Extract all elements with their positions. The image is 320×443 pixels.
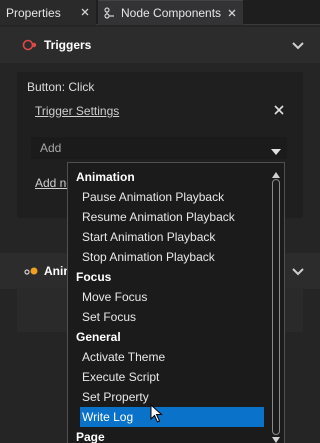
dropdown-category-header: General [76, 330, 121, 344]
scroll-down-icon[interactable] [272, 432, 280, 443]
scroll-up-icon[interactable] [272, 167, 280, 178]
mouse-cursor-icon [150, 403, 164, 424]
dropdown-category-header: Page [76, 430, 105, 443]
trigger-settings-link[interactable]: Trigger Settings [35, 104, 119, 118]
dropdown-option[interactable]: Activate Theme [68, 347, 268, 367]
animation-icon [22, 264, 40, 278]
chevron-down-icon[interactable] [291, 40, 305, 50]
tab-properties[interactable]: Properties [0, 0, 96, 25]
tab-bar: Properties Node Components [0, 0, 320, 25]
tab-properties-label: Properties [6, 5, 61, 20]
tab-node-components[interactable]: Node Components [98, 0, 243, 25]
dropdown-option[interactable]: Set Focus [68, 307, 268, 327]
node-components-icon [104, 7, 116, 19]
add-action-dropdown-label: Add [40, 141, 62, 155]
dropdown-category-header: Focus [76, 270, 112, 284]
dropdown-option[interactable]: Write Log [80, 407, 264, 427]
chevron-down-icon [271, 145, 281, 155]
dropdown-option[interactable]: Resume Animation Playback [68, 207, 268, 227]
dropdown-option[interactable]: Move Focus [68, 287, 268, 307]
tab-node-components-label: Node Components [121, 6, 222, 20]
add-new-action-link[interactable]: Add new action [35, 176, 71, 190]
close-icon[interactable] [274, 104, 286, 116]
triggers-section-title: Triggers [44, 38, 92, 52]
dropdown-option[interactable]: Stop Animation Playback [68, 247, 268, 267]
triggers-section-header[interactable]: Triggers [0, 27, 320, 63]
dropdown-option[interactable]: Set Property [68, 387, 268, 407]
close-icon[interactable] [226, 7, 238, 19]
dropdown-option[interactable]: Start Animation Playback [68, 227, 268, 247]
close-icon[interactable] [79, 6, 91, 18]
dropdown-option[interactable]: Execute Script [68, 367, 268, 387]
scrollbar[interactable] [270, 165, 282, 443]
dropdown-option[interactable]: Pause Animation Playback [68, 187, 268, 207]
trigger-icon [22, 38, 40, 52]
trigger-card-title: Button: Click [27, 80, 95, 94]
action-dropdown-list: Animation Pause Animation Playback Resume … [68, 167, 268, 443]
action-dropdown-menu: Animation Pause Animation Playback Resume … [67, 162, 285, 443]
dropdown-category-header: Animation [76, 170, 135, 184]
scrollbar-thumb[interactable] [272, 179, 280, 435]
add-action-dropdown[interactable]: Add [31, 137, 287, 159]
chevron-down-icon[interactable] [291, 266, 305, 276]
